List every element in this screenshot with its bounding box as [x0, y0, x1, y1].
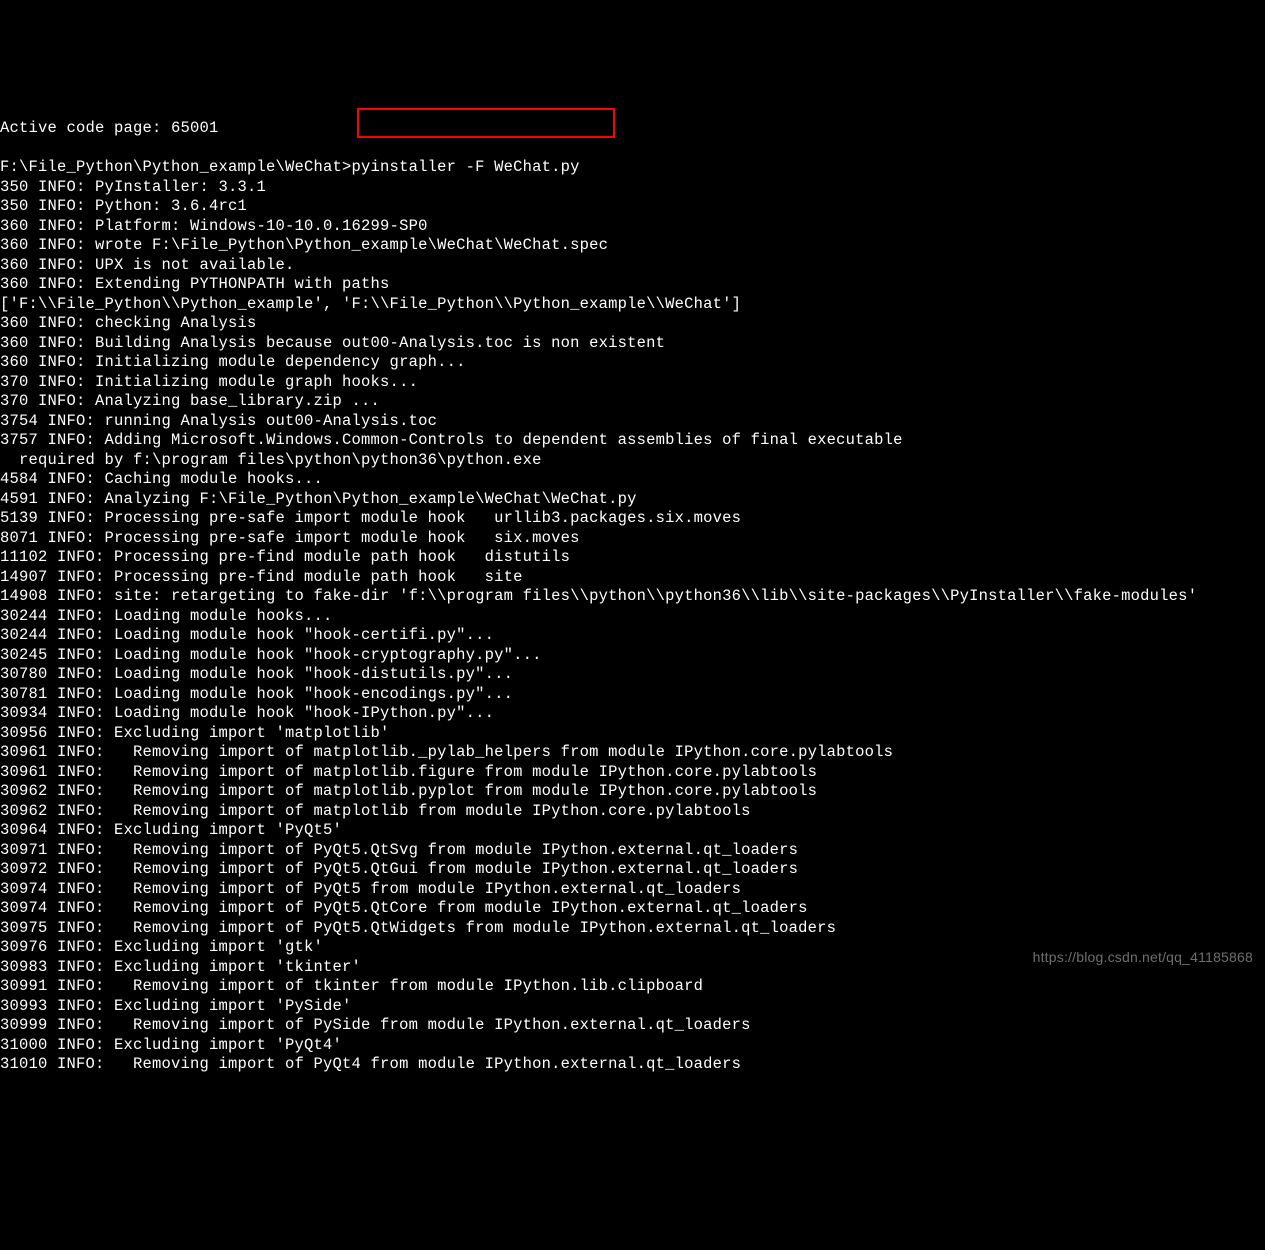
terminal-line: 30974 INFO: Removing import of PyQt5.QtC…: [0, 899, 1265, 919]
terminal-line: 360 INFO: wrote F:\File_Python\Python_ex…: [0, 236, 1265, 256]
terminal-line: 360 INFO: Building Analysis because out0…: [0, 334, 1265, 354]
terminal-line: 30244 INFO: Loading module hooks...: [0, 607, 1265, 627]
terminal-line: 360 INFO: checking Analysis: [0, 314, 1265, 334]
terminal-line: required by f:\program files\python\pyth…: [0, 451, 1265, 471]
terminal-line: 14908 INFO: site: retargeting to fake-di…: [0, 587, 1265, 607]
terminal-line: 30244 INFO: Loading module hook "hook-ce…: [0, 626, 1265, 646]
terminal-line: 360 INFO: Initializing module dependency…: [0, 353, 1265, 373]
watermark-text: https://blog.csdn.net/qq_41185868: [1033, 948, 1253, 968]
terminal-line: 30781 INFO: Loading module hook "hook-en…: [0, 685, 1265, 705]
terminal-line: 30245 INFO: Loading module hook "hook-cr…: [0, 646, 1265, 666]
terminal-line: 30956 INFO: Excluding import 'matplotlib…: [0, 724, 1265, 744]
terminal-line: 30991 INFO: Removing import of tkinter f…: [0, 977, 1265, 997]
terminal-line: 360 INFO: Extending PYTHONPATH with path…: [0, 275, 1265, 295]
terminal-line: 30780 INFO: Loading module hook "hook-di…: [0, 665, 1265, 685]
terminal-line: 30999 INFO: Removing import of PySide fr…: [0, 1016, 1265, 1036]
terminal-line: 30993 INFO: Excluding import 'PySide': [0, 997, 1265, 1017]
terminal-line: 3757 INFO: Adding Microsoft.Windows.Comm…: [0, 431, 1265, 451]
terminal-line: 30934 INFO: Loading module hook "hook-IP…: [0, 704, 1265, 724]
terminal-line: 4591 INFO: Analyzing F:\File_Python\Pyth…: [0, 490, 1265, 510]
terminal-line: 360 INFO: UPX is not available.: [0, 256, 1265, 276]
terminal-line: 31010 INFO: Removing import of PyQt4 fro…: [0, 1055, 1265, 1075]
terminal-line: [0, 139, 1265, 159]
terminal-line: 350 INFO: Python: 3.6.4rc1: [0, 197, 1265, 217]
terminal-line: 14907 INFO: Processing pre-find module p…: [0, 568, 1265, 588]
terminal-line: 360 INFO: Platform: Windows-10-10.0.1629…: [0, 217, 1265, 237]
terminal-line: ['F:\\File_Python\\Python_example', 'F:\…: [0, 295, 1265, 315]
terminal-line: 370 INFO: Initializing module graph hook…: [0, 373, 1265, 393]
terminal-line: 30961 INFO: Removing import of matplotli…: [0, 763, 1265, 783]
terminal-line: 11102 INFO: Processing pre-find module p…: [0, 548, 1265, 568]
terminal-line: 30975 INFO: Removing import of PyQt5.QtW…: [0, 919, 1265, 939]
terminal-line: Active code page: 65001: [0, 119, 1265, 139]
terminal-line: 31000 INFO: Excluding import 'PyQt4': [0, 1036, 1265, 1056]
terminal-line: 30962 INFO: Removing import of matplotli…: [0, 802, 1265, 822]
terminal-line: 30962 INFO: Removing import of matplotli…: [0, 782, 1265, 802]
terminal-line: 5139 INFO: Processing pre-safe import mo…: [0, 509, 1265, 529]
terminal-line: 8071 INFO: Processing pre-safe import mo…: [0, 529, 1265, 549]
terminal-line: 30971 INFO: Removing import of PyQt5.QtS…: [0, 841, 1265, 861]
terminal-line: 350 INFO: PyInstaller: 3.3.1: [0, 178, 1265, 198]
terminal-line: 4584 INFO: Caching module hooks...: [0, 470, 1265, 490]
terminal-line: 3754 INFO: running Analysis out00-Analys…: [0, 412, 1265, 432]
terminal-line: 30972 INFO: Removing import of PyQt5.QtG…: [0, 860, 1265, 880]
terminal-line: 30964 INFO: Excluding import 'PyQt5': [0, 821, 1265, 841]
terminal-line: 30961 INFO: Removing import of matplotli…: [0, 743, 1265, 763]
terminal-line: 370 INFO: Analyzing base_library.zip ...: [0, 392, 1265, 412]
terminal-line: 30974 INFO: Removing import of PyQt5 fro…: [0, 880, 1265, 900]
terminal-line: F:\File_Python\Python_example\WeChat>pyi…: [0, 158, 1265, 178]
